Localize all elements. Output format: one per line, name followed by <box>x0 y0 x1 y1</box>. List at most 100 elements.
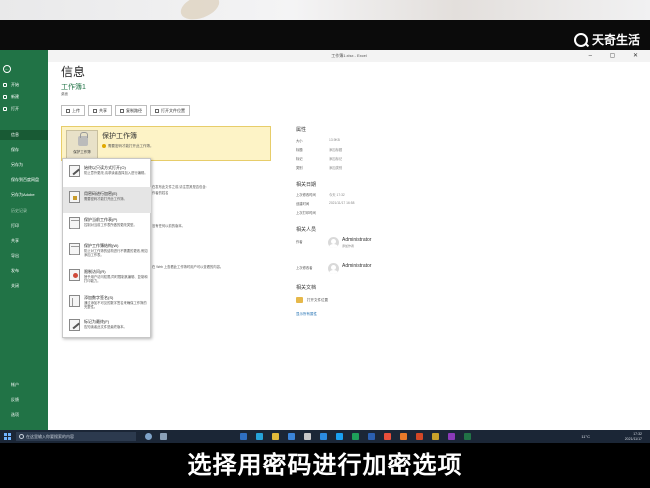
app-icon[interactable] <box>448 433 455 440</box>
menu-item-read-only[interactable]: 始终以只读方式打开(O) 防止意外更改,请求读者选择加入进行编辑。 <box>63 161 151 187</box>
file-explorer-icon[interactable] <box>272 433 279 440</box>
taskbar-clock[interactable]: 17:32 2021/11/17 <box>625 432 642 441</box>
share-button[interactable]: 共享 <box>88 105 112 116</box>
menu-item-desc: 授予用户访问权限,同时限制其编辑、复制和打印能力。 <box>84 275 148 284</box>
sidebar-item-save-baidu[interactable]: 保存到百度网盘 <box>0 175 48 185</box>
sidebar-item-export[interactable]: 导出 <box>0 251 48 261</box>
menu-item-protect-structure[interactable]: 保护工作簿结构(W) 防止对工作簿的结构进行不需要的更改,例如添加工作表。 <box>63 239 151 265</box>
sidebar-item-label: 共享 <box>11 238 19 243</box>
property-label: 标记 <box>296 157 303 161</box>
sidebar-item-account[interactable]: 帐户 <box>0 380 48 390</box>
open-file-location-link[interactable]: 打开文件位置 <box>307 298 328 303</box>
task-view-icon[interactable] <box>160 433 167 440</box>
inspect-text: 在发布此文件之前,请注意其是否包含: <box>152 185 207 189</box>
info-toolbar: 上传 共享 复制路径 打开文件位置 <box>61 105 190 116</box>
date-row: 创建时间 2021/11/17 16:58 <box>296 201 354 206</box>
add-author-link[interactable]: 添加作者 <box>342 244 371 248</box>
sidebar-item-label: 另存为 <box>11 162 23 167</box>
new-file-icon <box>3 95 7 99</box>
copy-path-button[interactable]: 复制路径 <box>115 105 147 116</box>
show-all-properties-link[interactable]: 显示所有属性 <box>296 312 317 317</box>
sidebar-item-history[interactable]: 历史记录 <box>0 206 48 216</box>
property-value: 13.9KB <box>329 138 340 142</box>
window-controls[interactable]: – ▢ ✕ <box>589 52 646 59</box>
browser-icon[interactable] <box>256 433 263 440</box>
sidebar-item-label: 保存到百度网盘 <box>11 177 39 182</box>
sidebar-item-print[interactable]: 打印 <box>0 221 48 231</box>
sidebar-item-home[interactable]: 开始 <box>0 80 48 90</box>
app-icon[interactable] <box>352 433 359 440</box>
menu-item-restrict-access[interactable]: 限制访问(R) 授予用户访问权限,同时限制其编辑、复制和打印能力。 <box>63 265 151 291</box>
menu-item-desc: 防止对工作簿的结构进行不需要的更改,例如添加工作表。 <box>84 249 148 258</box>
sidebar-item-label: 保存 <box>11 147 19 152</box>
menu-item-encrypt-password[interactable]: 用密码进行加密(E) 需要密码才能打开此工作簿。 <box>63 187 151 213</box>
app-icon[interactable] <box>400 433 407 440</box>
date-value: 今天 17:32 <box>329 193 345 197</box>
app-icon[interactable] <box>368 433 375 440</box>
powerpoint-icon[interactable] <box>416 433 423 440</box>
protect-workbook-dropdown: 始终以只读方式打开(O) 防止意外更改,请求读者选择加入进行编辑。 用密码进行加… <box>62 158 151 338</box>
property-value[interactable]: 添加标题 <box>329 147 342 152</box>
button-label: 共享 <box>99 107 107 113</box>
protect-workbook-button[interactable]: 保护工作簿 <box>66 130 98 159</box>
lock-icon <box>69 191 80 203</box>
windows-start-icon[interactable] <box>4 433 11 440</box>
warning-icon <box>102 144 106 149</box>
backstage-sidebar: ← 开始 新建 打开 信息 保存 另存为 保存到百度网盘 另存为Adobe 历史… <box>0 50 48 430</box>
property-value[interactable]: 添加类别 <box>329 165 342 170</box>
signature-icon <box>69 295 80 307</box>
sidebar-item-publish[interactable]: 发布 <box>0 266 48 276</box>
excel-icon[interactable] <box>464 433 471 440</box>
property-row: 标记 添加标记 <box>296 156 342 161</box>
property-row: 标题 添加标题 <box>296 147 342 152</box>
video-subtitle: 选择用密码进行加密选项 <box>0 443 650 488</box>
sidebar-item-save-as[interactable]: 另存为 <box>0 160 48 170</box>
author-name: Administrator <box>342 237 372 243</box>
author-person[interactable]: Administrator 添加作者 <box>328 237 371 248</box>
weather-temperature[interactable]: 11°C <box>581 434 590 439</box>
sidebar-item-save[interactable]: 保存 <box>0 145 48 155</box>
photo-background <box>0 0 650 25</box>
edge-icon[interactable] <box>240 433 247 440</box>
page-title: 信息 <box>61 65 86 79</box>
app-icon[interactable] <box>432 433 439 440</box>
menu-item-desc: 防止意外更改,请求读者选择加入进行编辑。 <box>84 171 148 175</box>
properties-header[interactable]: 属性 <box>296 126 306 133</box>
sidebar-item-close[interactable]: 关闭 <box>0 281 48 291</box>
sidebar-item-save-adobe[interactable]: 另存为Adobe <box>0 190 48 200</box>
sidebar-item-share[interactable]: 共享 <box>0 236 48 246</box>
menu-item-protect-sheet[interactable]: 保护当前工作表(P) 控制对当前工作表所做的更改类型。 <box>63 213 151 239</box>
sidebar-item-options[interactable]: 选项 <box>0 410 48 420</box>
sidebar-item-info[interactable]: 信息 <box>0 130 48 140</box>
upload-button[interactable]: 上传 <box>61 105 85 116</box>
cortana-icon[interactable] <box>145 433 152 440</box>
open-folder-icon <box>3 107 7 111</box>
sidebar-item-new[interactable]: 新建 <box>0 92 48 102</box>
app-icon[interactable] <box>336 433 343 440</box>
store-icon[interactable] <box>288 433 295 440</box>
sidebar-item-feedback[interactable]: 反馈 <box>0 395 48 405</box>
inspect-text: 作者的姓名 <box>152 191 169 195</box>
sidebar-item-label: 另存为Adobe <box>11 192 35 197</box>
app-icon[interactable] <box>320 433 327 440</box>
sidebar-item-label: 新建 <box>11 94 19 99</box>
taskbar-search-input[interactable]: 在这里输入你要搜索的内容 <box>16 432 136 441</box>
modifier-person[interactable]: Administrator <box>328 263 371 274</box>
upload-icon <box>66 108 70 113</box>
property-row: 大小 13.9KB <box>296 138 340 143</box>
property-label: 大小 <box>296 139 303 143</box>
menu-item-digital-signature[interactable]: 添加数字签名(S) 通过添加不可见的数字签名来确保工作簿的完整性。 <box>63 291 151 317</box>
protect-tile-label: 保护工作簿 <box>73 150 91 154</box>
watermark-text: 天奇生活 <box>591 33 640 47</box>
property-value[interactable]: 添加标记 <box>329 156 342 161</box>
date-row: 上次修改时间 今天 17:32 <box>296 192 345 197</box>
back-arrow-icon[interactable]: ← <box>3 65 11 73</box>
sidebar-item-open[interactable]: 打开 <box>0 104 48 114</box>
sidebar-item-label: 信息 <box>11 132 19 137</box>
workbook-path: 桌面 <box>61 92 68 96</box>
menu-item-mark-final[interactable]: 标记为最终(F) 告知读者此文件是最终版本。 <box>63 315 151 341</box>
app-icon[interactable] <box>384 433 391 440</box>
open-file-location-button[interactable]: 打开文件位置 <box>150 105 190 116</box>
watermark: 天奇生活 <box>573 31 640 48</box>
app-icon[interactable] <box>304 433 311 440</box>
